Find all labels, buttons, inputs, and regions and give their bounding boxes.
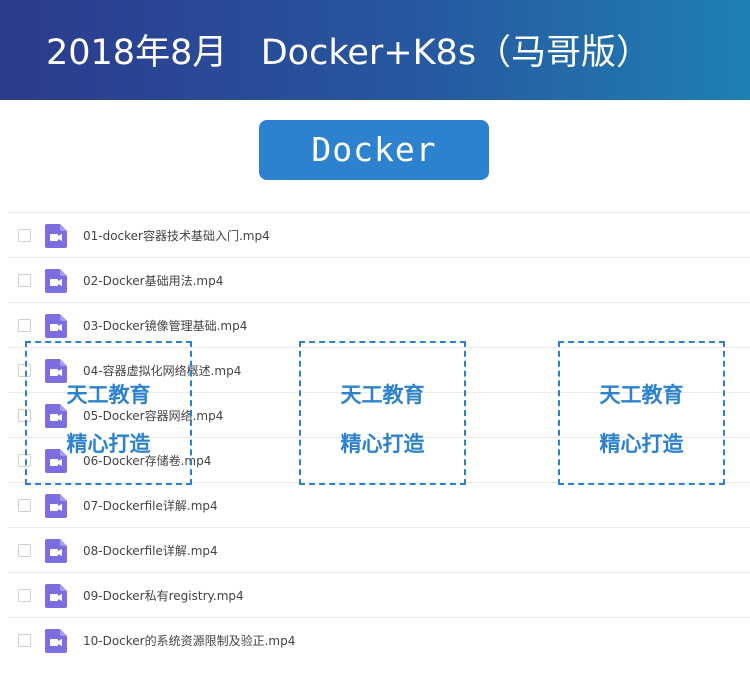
video-file-icon (45, 224, 67, 248)
list-item[interactable]: 02-Docker基础用法.mp4 (8, 257, 750, 302)
list-item[interactable]: 07-Dockerfile详解.mp4 (8, 482, 750, 527)
watermark-box: 天工教育 精心打造 (25, 341, 192, 485)
banner-title: 2018年8月 Docker+K8s（马哥版） (46, 33, 652, 73)
list-item[interactable]: 09-Docker私有registry.mp4 (8, 572, 750, 617)
row-checkbox[interactable] (18, 634, 31, 647)
watermark-line2: 精心打造 (66, 432, 151, 456)
video-file-icon (45, 539, 67, 563)
file-name[interactable]: 02-Docker基础用法.mp4 (83, 272, 223, 290)
row-checkbox[interactable] (18, 274, 31, 287)
list-item[interactable]: 08-Dockerfile详解.mp4 (8, 527, 750, 572)
video-file-icon (45, 629, 67, 653)
section-label-docker: Docker (259, 120, 489, 180)
list-item[interactable]: 10-Docker的系统资源限制及验正.mp4 (8, 617, 750, 662)
list-item[interactable]: 01-docker容器技术基础入门.mp4 (8, 212, 750, 257)
watermark-line1: 天工教育 (66, 383, 151, 407)
row-checkbox[interactable] (18, 229, 31, 242)
watermark-line2: 精心打造 (599, 432, 684, 456)
file-name[interactable]: 10-Docker的系统资源限制及验正.mp4 (83, 632, 295, 650)
file-name[interactable]: 03-Docker镜像管理基础.mp4 (83, 317, 247, 335)
file-name[interactable]: 08-Dockerfile详解.mp4 (83, 542, 218, 560)
watermark-box: 天工教育 精心打造 (558, 341, 725, 485)
row-checkbox[interactable] (18, 544, 31, 557)
file-name[interactable]: 07-Dockerfile详解.mp4 (83, 497, 218, 515)
video-file-icon (45, 269, 67, 293)
watermark-line1: 天工教育 (340, 383, 425, 407)
video-file-icon (45, 314, 67, 338)
video-file-icon (45, 494, 67, 518)
row-checkbox[interactable] (18, 499, 31, 512)
watermark-box: 天工教育 精心打造 (299, 341, 466, 485)
row-checkbox[interactable] (18, 589, 31, 602)
header-banner: 2018年8月 Docker+K8s（马哥版） (0, 0, 750, 100)
file-name[interactable]: 01-docker容器技术基础入门.mp4 (83, 227, 270, 245)
row-checkbox[interactable] (18, 319, 31, 332)
file-name[interactable]: 09-Docker私有registry.mp4 (83, 587, 244, 605)
watermark-line2: 精心打造 (340, 432, 425, 456)
video-file-icon (45, 584, 67, 608)
watermark-line1: 天工教育 (599, 383, 684, 407)
